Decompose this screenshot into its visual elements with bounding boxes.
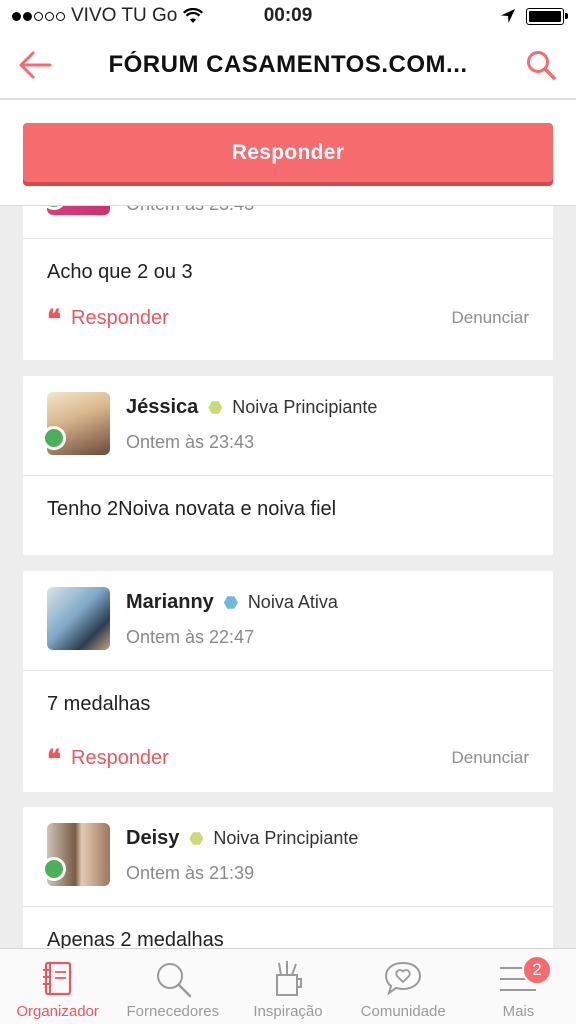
post-body: 7 medalhas [47, 693, 151, 715]
post-body: Apenas 2 medalhas [47, 929, 224, 948]
quote-icon: ❝ [47, 745, 61, 775]
status-bar: VIVO TU Go 00:09 [0, 0, 576, 32]
tab-inspiracao[interactable]: Inspiração [230, 949, 345, 1024]
post-card: Jéssica Noiva Principiante Ontem às 23:4… [23, 376, 553, 555]
search-button[interactable] [506, 31, 576, 99]
post-body: Acho que 2 ou 3 [47, 261, 193, 283]
post-time: Ontem às 21:39 [126, 863, 255, 883]
status-right [500, 7, 568, 25]
avatar[interactable] [47, 587, 110, 650]
report-link[interactable]: Denunciar [452, 748, 530, 768]
battery-icon [526, 7, 568, 25]
post-card: Ontem às 23:43 Acho que 2 ou 3 ❝ Respond… [23, 206, 553, 360]
location-arrow-icon [501, 9, 515, 23]
post-actions: ❝ Responder Denunciar [23, 732, 553, 784]
post-time: Ontem às 23:43 [126, 206, 254, 215]
tab-label: Inspiração [253, 1003, 323, 1020]
author-badge: Noiva Principiante [213, 828, 359, 848]
reply-button[interactable]: Responder [23, 123, 553, 182]
post-card: Marianny Noiva Ativa Ontem às 22:47 7 me… [23, 571, 553, 792]
post-card: Deisy Noiva Principiante Ontem às 21:39 … [23, 807, 553, 948]
post-body: Tenho 2Noiva novata e noiva fiel [47, 498, 337, 520]
author-line: Marianny Noiva Ativa [126, 591, 338, 614]
tab-fornecedores[interactable]: Fornecedores [115, 949, 230, 1024]
author-line: Jéssica Noiva Principiante [126, 396, 377, 419]
back-button[interactable] [0, 31, 70, 99]
online-indicator [42, 426, 66, 450]
search-icon [527, 51, 556, 80]
post-header: Marianny Noiva Ativa Ontem às 22:47 [23, 571, 553, 671]
author-name[interactable]: Jéssica [126, 396, 198, 419]
magnifier-icon [153, 957, 193, 1001]
post-time: Ontem às 22:47 [126, 627, 255, 647]
author-line: Deisy Noiva Principiante [126, 827, 358, 850]
tab-label: Organizador [16, 1003, 99, 1020]
wifi-icon [183, 8, 204, 23]
author-badge: Noiva Principiante [232, 397, 378, 417]
badge-hexagon-icon [223, 596, 238, 609]
author-badge: Noiva Ativa [247, 592, 338, 612]
post-time: Ontem às 23:43 [126, 432, 255, 452]
status-left: VIVO TU Go [12, 5, 232, 27]
page-title: FÓRUM CASAMENTOS.COM... [108, 51, 468, 78]
author-name[interactable]: Deisy [126, 827, 179, 850]
reply-bar: Responder [0, 100, 576, 206]
pencil-cup-icon [271, 957, 305, 1001]
thread-feed[interactable]: Ontem às 23:43 Acho que 2 ou 3 ❝ Respond… [0, 206, 576, 948]
report-link[interactable]: Denunciar [452, 308, 530, 328]
tab-label: Fornecedores [126, 1003, 220, 1020]
carrier-name: VIVO TU Go [71, 5, 178, 26]
badge-hexagon-icon [208, 401, 223, 414]
tab-mais[interactable]: Mais 2 [461, 949, 576, 1024]
post-header: Jéssica Noiva Principiante Ontem às 23:4… [23, 376, 553, 476]
tab-organizador[interactable]: Organizador [0, 949, 115, 1024]
post-actions: ❝ Responder Denunciar [23, 292, 553, 344]
top-nav-bar: FÓRUM CASAMENTOS.COM... [0, 32, 576, 100]
badge-hexagon-icon [189, 832, 204, 845]
signal-icon [12, 11, 65, 21]
heart-bubble-icon [383, 957, 423, 1001]
quote-reply-button[interactable]: ❝ Responder [47, 303, 169, 335]
quote-reply-label: Responder [71, 306, 169, 329]
post-header: Deisy Noiva Principiante Ontem às 21:39 [23, 807, 553, 907]
quote-reply-button[interactable]: ❝ Responder [47, 743, 169, 775]
tab-label: Mais [502, 1003, 535, 1020]
back-arrow-icon [19, 51, 52, 79]
tab-label: Comunidade [360, 1003, 446, 1020]
quote-icon: ❝ [47, 305, 61, 335]
post-header: Ontem às 23:43 [23, 206, 553, 239]
notebook-icon [41, 957, 75, 1001]
quote-reply-label: Responder [71, 746, 169, 769]
tab-comunidade[interactable]: Comunidade [346, 949, 461, 1024]
bottom-tab-bar: Organizador Fornecedores Inspiração Comu… [0, 948, 576, 1024]
notification-badge: 2 [522, 955, 553, 985]
author-name[interactable]: Marianny [126, 591, 214, 614]
online-indicator [42, 857, 66, 881]
